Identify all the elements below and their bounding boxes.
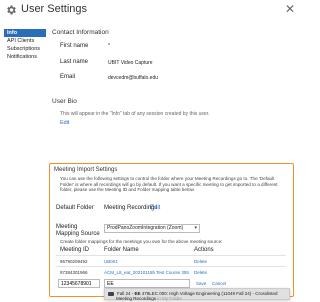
first-name-label: First name (60, 43, 89, 49)
bio-edit-link[interactable]: Edit (60, 120, 69, 126)
save-link[interactable]: Save (196, 281, 206, 286)
first-name-value: * (108, 43, 110, 49)
column-header-actions: Actions (194, 247, 214, 253)
sidebar-item-api-clients[interactable]: API Clients (4, 37, 46, 45)
import-description: You can use the following settings to co… (60, 176, 278, 192)
close-icon[interactable]: ✕ (285, 3, 295, 15)
default-folder-label: Default Folder (56, 205, 94, 211)
folder-suggestion-path: Meeting Recordings (116, 296, 157, 301)
sidebar-item-notifications[interactable]: Notifications (4, 53, 46, 61)
default-folder-edit-link[interactable]: Edit (150, 205, 160, 211)
last-name-value: UBIT Video Capture (108, 60, 153, 66)
meeting-id-input[interactable] (58, 279, 100, 288)
row-2-folder-link[interactable]: ACM_L8_eat_20210118b Test Course 355 (104, 270, 189, 275)
header-divider (56, 255, 286, 256)
folder-suggestion-option-2[interactable]: Meeting Recordings in My Folder (104, 296, 290, 302)
bio-description: This will appear in the "Info" tab of an… (60, 111, 210, 117)
window-title: User Settings (21, 3, 88, 15)
cancel-link[interactable]: Cancel (212, 281, 226, 286)
sidebar: Info API Clients Subscriptions Notificat… (4, 29, 46, 61)
folder-suggestion-rest: in My Folder (156, 296, 183, 301)
mapping-help-text: Create folder mappings for the meetings … (60, 239, 223, 244)
email-label: Email (60, 74, 76, 80)
title-bar: User Settings ✕ (0, 0, 300, 22)
mapping-source-label: Meeting Mapping Source (56, 224, 100, 237)
import-heading: Meeting Import Settings (54, 167, 118, 173)
row-1-meeting-id: 96790209492 (60, 259, 88, 264)
bio-heading: User Bio (52, 98, 77, 105)
folder-name-input[interactable] (104, 279, 190, 288)
email-value: devcedm@buffalo.edu (108, 75, 159, 81)
row-1-delete-link[interactable]: Delete (194, 259, 207, 264)
gear-icon (7, 5, 16, 15)
contact-heading: Contact Information (52, 29, 109, 36)
row-1-folder-link[interactable]: UB001 (104, 259, 118, 264)
row-divider (56, 266, 286, 267)
row-2-meeting-id: 97384301966 (60, 270, 88, 275)
last-name-label: Last name (60, 59, 89, 65)
row-2-delete-link[interactable]: Delete (194, 270, 207, 275)
column-header-meeting-id: Meeting ID (60, 247, 90, 253)
sidebar-item-info[interactable]: Info (4, 29, 46, 37)
mapping-source-select[interactable]: ProdPanoZoomIntegration (Zoom) ▾ (104, 224, 200, 233)
sidebar-item-subscriptions[interactable]: Subscriptions (4, 45, 46, 53)
chevron-down-icon: ▾ (194, 225, 197, 231)
column-header-folder-name: Folder Name (104, 247, 139, 253)
mapping-source-value: ProdPanoZoomIntegration (Zoom) (107, 225, 184, 231)
